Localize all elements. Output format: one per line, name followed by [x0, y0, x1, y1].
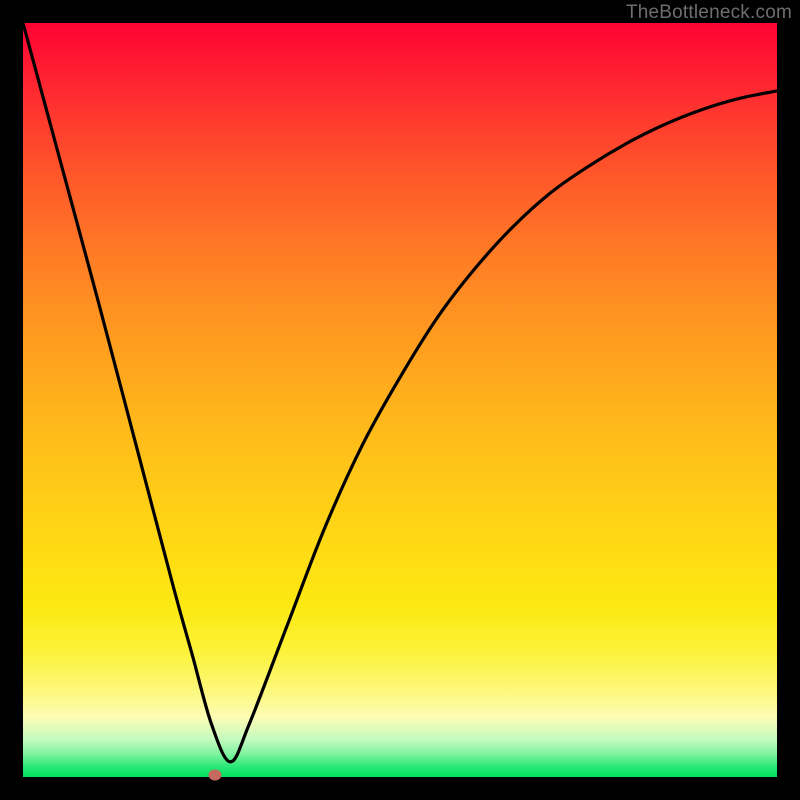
plot-area	[23, 23, 777, 777]
bottleneck-curve	[23, 23, 777, 777]
chart-frame: { "watermark": "TheBottleneck.com", "col…	[0, 0, 800, 800]
minimum-marker	[209, 770, 222, 781]
curve-path	[23, 23, 777, 762]
watermark-text: TheBottleneck.com	[626, 2, 792, 24]
